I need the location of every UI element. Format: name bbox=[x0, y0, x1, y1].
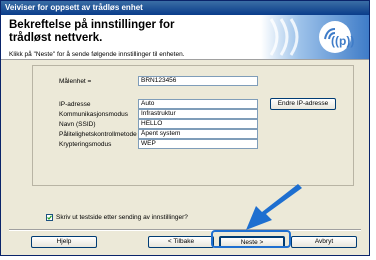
svg-text:((p)): ((p)) bbox=[331, 34, 354, 48]
cancel-button-label: Avbryt bbox=[314, 238, 334, 245]
change-ip-button[interactable]: Endre IP-adresse bbox=[270, 98, 336, 110]
window-title: Veiviser for oppsett av trådløs enhet bbox=[1, 1, 369, 15]
help-button-label: Hjelp bbox=[56, 238, 72, 245]
wifi-signal-icon: ((p)) bbox=[269, 18, 354, 56]
ssid-label: Navn (SSID) bbox=[59, 121, 96, 128]
page-title: Bekreftelse på innstillinger for trådløs… bbox=[9, 19, 175, 44]
button-divider bbox=[9, 229, 361, 231]
cancel-button[interactable]: Avbryt bbox=[291, 236, 357, 248]
encryption-mode-value: WEP bbox=[138, 139, 258, 149]
print-test-page-checkbox[interactable] bbox=[46, 214, 53, 221]
ip-address-label: IP-adresse bbox=[59, 101, 91, 108]
settings-group: Målenhet = BRN123456 IP-adresse Auto End… bbox=[32, 65, 354, 186]
change-ip-button-label: Endre IP-adresse bbox=[277, 100, 329, 107]
communication-mode-value: Infrastruktur bbox=[138, 109, 258, 119]
wifi-banner: ((p)) bbox=[261, 15, 369, 59]
ip-address-value: Auto bbox=[138, 99, 258, 109]
instruction-text: Klikk på "Neste" for å sende følgende in… bbox=[9, 51, 185, 58]
auth-method-value: Åpent system bbox=[138, 129, 258, 139]
checkmark-icon bbox=[47, 215, 52, 220]
help-button[interactable]: Hjelp bbox=[31, 236, 97, 248]
target-value: BRN123456 bbox=[138, 76, 258, 86]
communication-mode-label: Kommunikasjonsmodus bbox=[59, 111, 129, 118]
target-label: Målenhet = bbox=[59, 78, 92, 85]
encryption-mode-label: Krypteringsmodus bbox=[59, 141, 112, 148]
print-test-page-label: Skriv ut testside etter sending av innst… bbox=[56, 214, 188, 221]
arrow-pointer-icon bbox=[246, 184, 302, 230]
back-button-label: < Tilbake bbox=[167, 238, 195, 245]
ssid-value: HELLO bbox=[138, 119, 258, 129]
wizard-window: Veiviser for oppsett av trådløs enhet Be… bbox=[0, 0, 370, 256]
auth-method-label: Pålitelighetskontrollmetode bbox=[59, 131, 137, 138]
back-button[interactable]: < Tilbake bbox=[148, 236, 214, 248]
print-test-page-option[interactable]: Skriv ut testside etter sending av innst… bbox=[46, 213, 188, 222]
